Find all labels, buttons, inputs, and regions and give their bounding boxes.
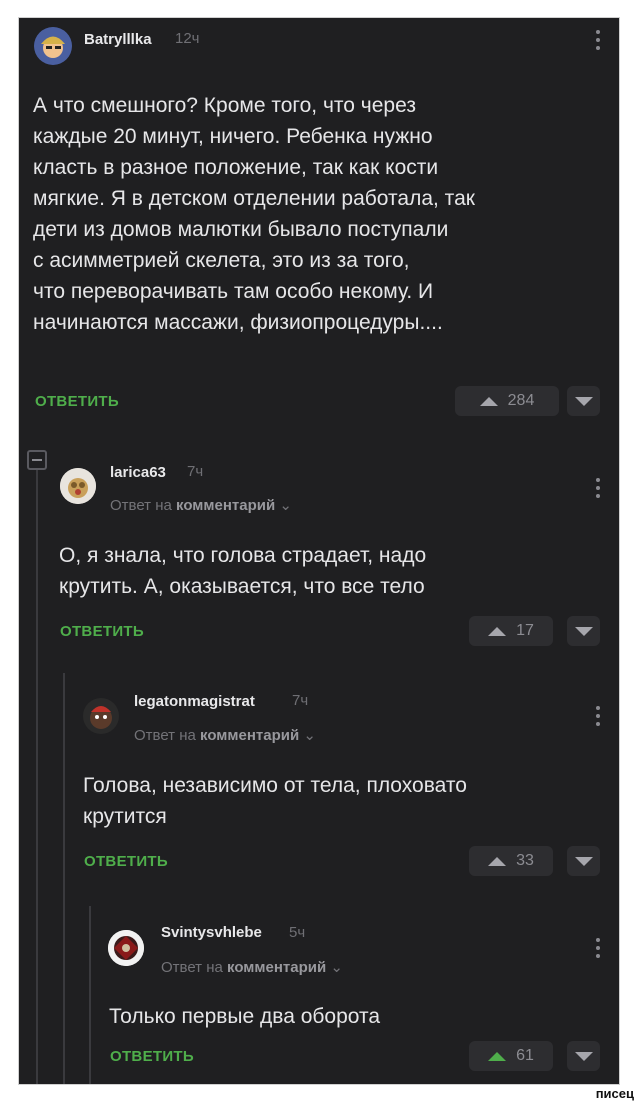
username[interactable]: Svintysvhlebe xyxy=(161,924,262,941)
text-line: дети из домов малютки бывало поступали xyxy=(33,218,449,241)
reply-to-prefix: Ответ на xyxy=(161,959,223,976)
reply-to-prefix: Ответ на xyxy=(110,497,172,514)
more-vertical-icon[interactable] xyxy=(596,478,600,502)
vote-count: 284 xyxy=(507,392,535,409)
reply-to-link[interactable]: Ответ на комментарий ⌄ xyxy=(134,726,316,744)
avatar[interactable] xyxy=(108,930,144,966)
downvote-button[interactable] xyxy=(567,616,600,646)
upvote-button[interactable]: 17 xyxy=(469,616,553,646)
username[interactable]: larica63 xyxy=(110,464,166,481)
upvote-button[interactable]: 284 xyxy=(455,386,559,416)
arrow-down-icon xyxy=(574,396,593,406)
avatar[interactable] xyxy=(83,698,119,734)
avatar[interactable] xyxy=(60,468,96,504)
arrow-up-icon xyxy=(488,1051,507,1061)
thread-line[interactable] xyxy=(63,673,65,1084)
watermark: писец xyxy=(595,1086,634,1101)
timestamp: 7ч xyxy=(187,463,204,480)
reply-to-target: комментарий xyxy=(176,497,276,514)
upvote-button[interactable]: 33 xyxy=(469,846,553,876)
vote-count: 17 xyxy=(516,622,534,639)
avatar[interactable] xyxy=(34,27,72,65)
collapse-thread-icon[interactable] xyxy=(27,450,47,470)
text-line: Только первые два оборота xyxy=(109,1005,381,1028)
timestamp: 5ч xyxy=(289,924,306,941)
arrow-down-icon xyxy=(574,1051,593,1061)
chevron-down-icon: ⌄ xyxy=(330,959,343,976)
arrow-up-icon xyxy=(488,626,507,636)
reply-to-link[interactable]: Ответ на комментарий ⌄ xyxy=(161,958,343,976)
text-line: О, я знала, что голова страдает, надо xyxy=(59,544,427,567)
avatar-image xyxy=(83,698,119,734)
thread-line[interactable] xyxy=(36,450,38,1084)
downvote-button[interactable] xyxy=(567,386,600,416)
comment-text: Голова, независимо от тела, плоховато кр… xyxy=(83,770,608,832)
username[interactable]: legatonmagistrat xyxy=(134,693,255,710)
downvote-button[interactable] xyxy=(567,846,600,876)
more-vertical-icon[interactable] xyxy=(596,938,600,962)
comment-text: Только первые два оборота xyxy=(109,1001,609,1032)
reply-button[interactable]: ОТВЕТИТЬ xyxy=(84,853,168,870)
vote-count: 61 xyxy=(516,1047,534,1064)
more-vertical-icon[interactable] xyxy=(596,30,600,54)
vote-count: 33 xyxy=(516,852,534,869)
reply-button[interactable]: ОТВЕТИТЬ xyxy=(110,1048,194,1065)
text-line: с асимметрией скелета, это из за того, xyxy=(33,249,410,272)
reply-to-target: комментарий xyxy=(227,959,327,976)
text-line: каждые 20 минут, ничего. Ребенка нужно xyxy=(33,125,433,148)
text-line: крутится xyxy=(83,805,167,828)
chevron-down-icon: ⌄ xyxy=(279,497,292,514)
avatar-image xyxy=(60,468,96,504)
timestamp: 12ч xyxy=(175,30,200,47)
comment-text: О, я знала, что голова страдает, надо кр… xyxy=(59,540,609,602)
reply-button[interactable]: ОТВЕТИТЬ xyxy=(35,393,119,410)
arrow-down-icon xyxy=(574,856,593,866)
comments-panel: Batrylllka 12ч А что смешного? Кроме тог… xyxy=(19,18,619,1084)
avatar-image xyxy=(108,930,144,966)
arrow-down-icon xyxy=(574,626,593,636)
text-line: А что смешного? Кроме того, что через xyxy=(33,94,416,117)
text-line: класть в разное положение, так как кости xyxy=(33,156,439,179)
reply-to-target: комментарий xyxy=(200,727,300,744)
text-line: начинаются массажи, физиопроцедуры.... xyxy=(33,311,443,334)
reply-button[interactable]: ОТВЕТИТЬ xyxy=(60,623,144,640)
comment-text: А что смешного? Кроме того, что через ка… xyxy=(33,90,608,338)
downvote-button[interactable] xyxy=(567,1041,600,1071)
username[interactable]: Batrylllka xyxy=(84,31,152,48)
text-line: мягкие. Я в детском отделении работала, … xyxy=(33,187,475,210)
timestamp: 7ч xyxy=(292,692,309,709)
chevron-down-icon: ⌄ xyxy=(303,727,316,744)
thread-line[interactable] xyxy=(89,906,91,1084)
arrow-up-icon xyxy=(479,396,498,406)
arrow-up-icon xyxy=(488,856,507,866)
upvote-button[interactable]: 61 xyxy=(469,1041,553,1071)
reply-to-prefix: Ответ на xyxy=(134,727,196,744)
text-line: что переворачивать там особо некому. И xyxy=(33,280,434,303)
avatar-image xyxy=(34,27,72,65)
reply-to-link[interactable]: Ответ на комментарий ⌄ xyxy=(110,496,292,514)
text-line: крутить. А, оказывается, что все тело xyxy=(59,575,425,598)
text-line: Голова, независимо от тела, плоховато xyxy=(83,774,467,797)
more-vertical-icon[interactable] xyxy=(596,706,600,730)
